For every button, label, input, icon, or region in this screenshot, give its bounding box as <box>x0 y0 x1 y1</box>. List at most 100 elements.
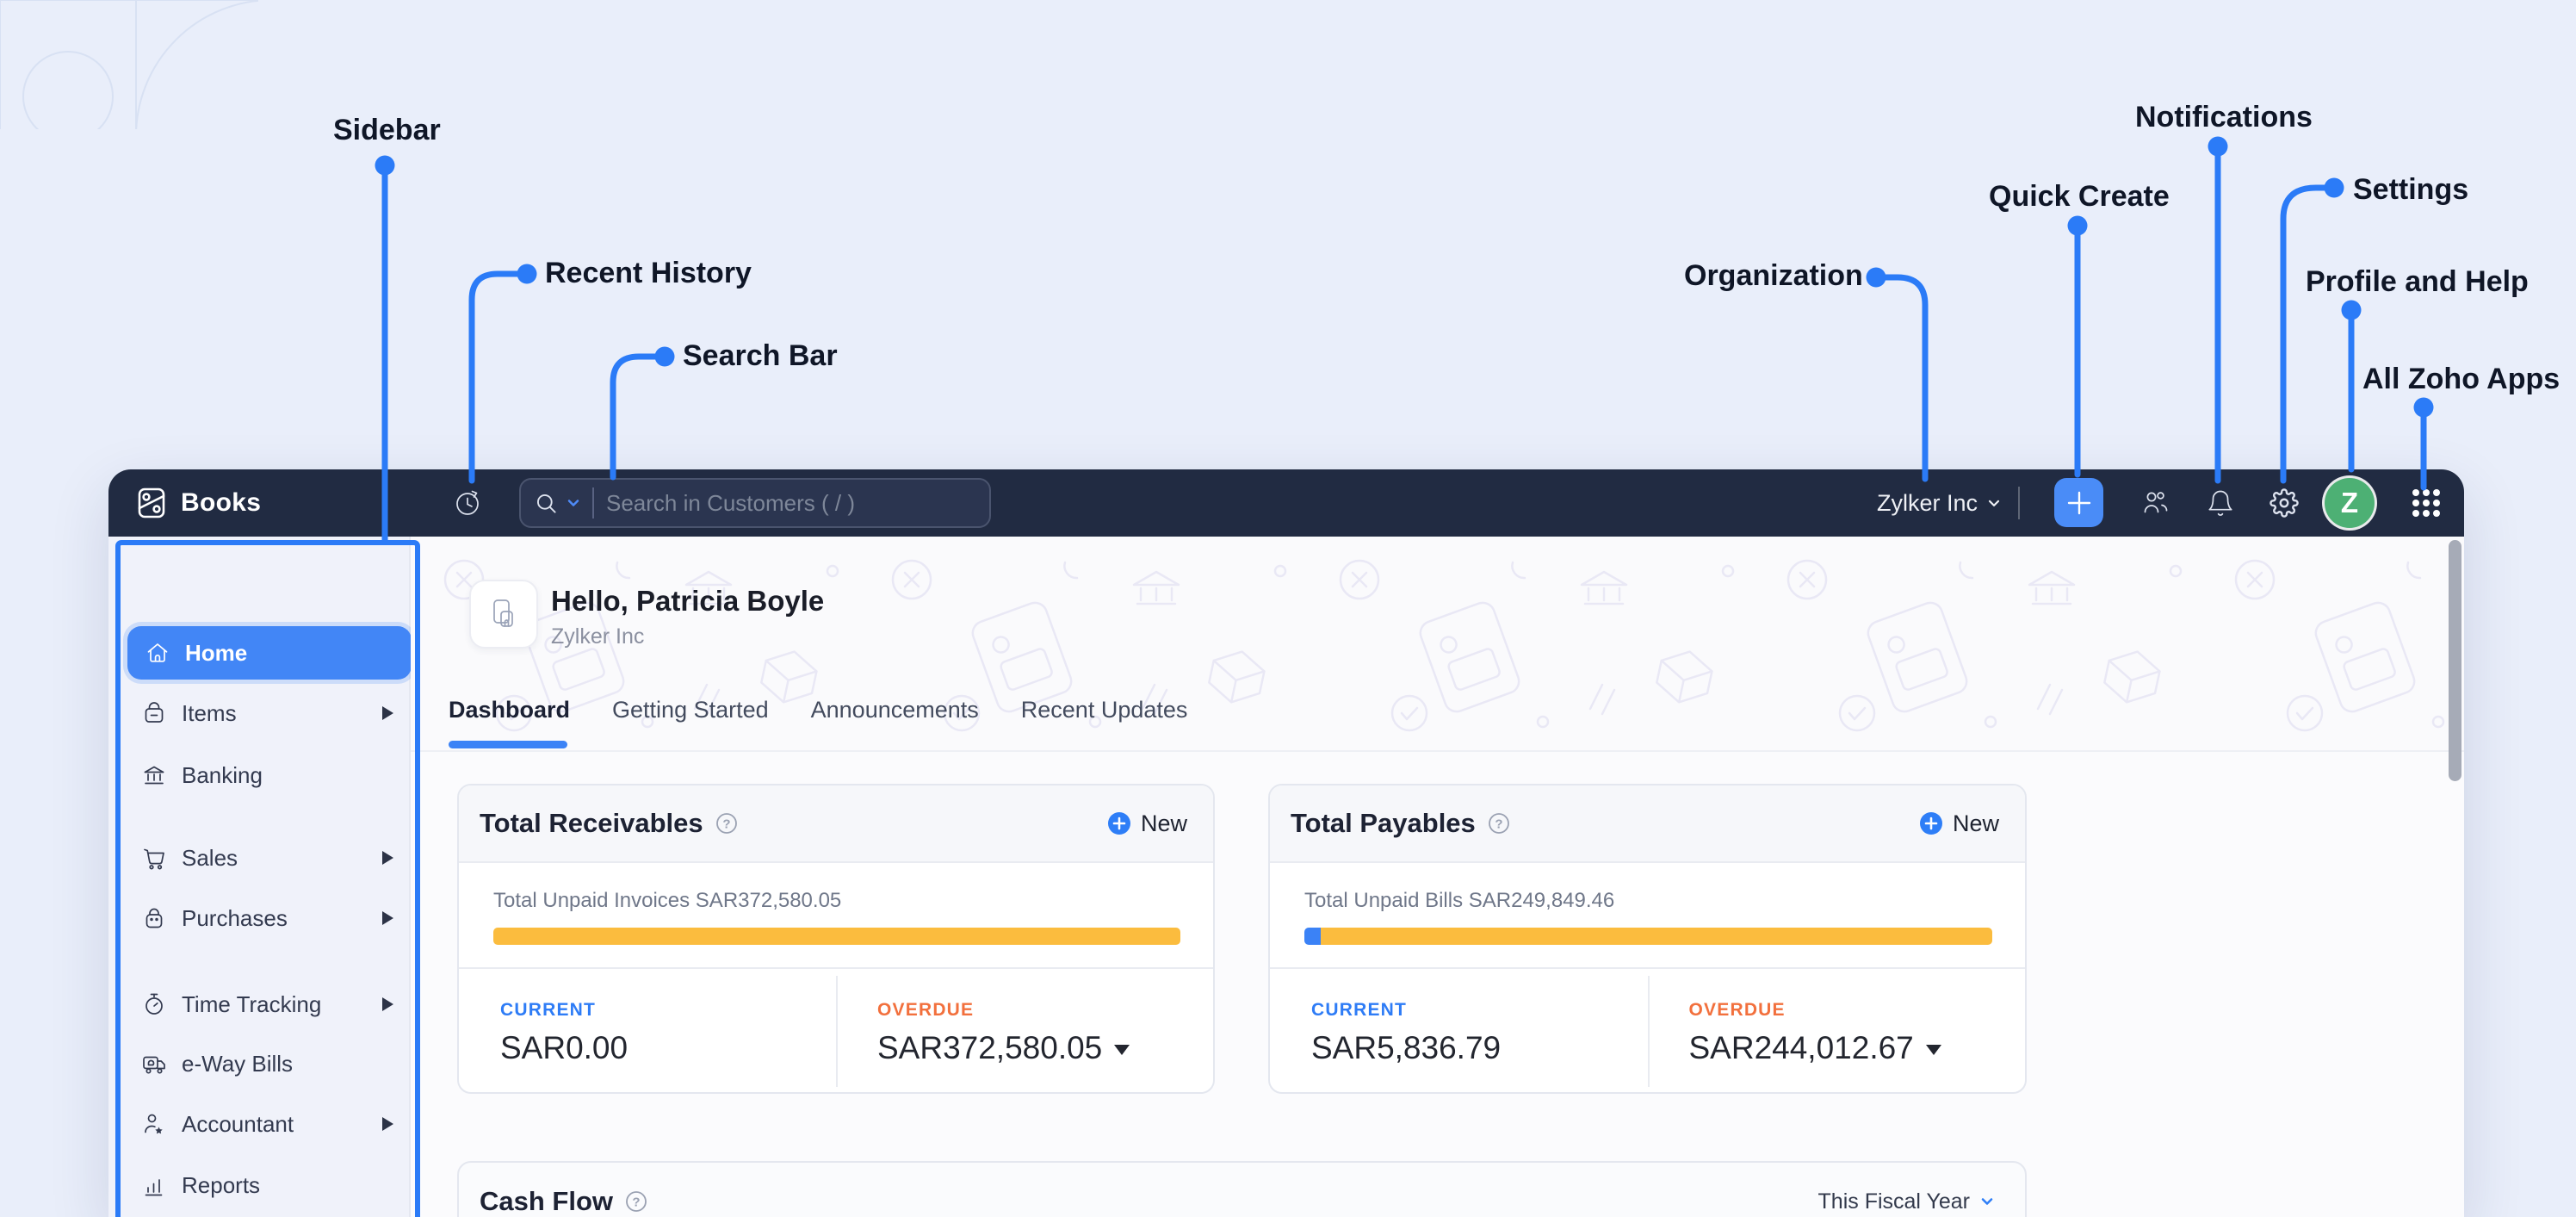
greeting-tile <box>469 580 538 649</box>
sidebar-item-sales[interactable]: Sales <box>108 835 411 880</box>
plus-icon <box>2067 491 2090 514</box>
unpaid-summary: Total Unpaid Invoices SAR372,580.05 <box>493 889 842 912</box>
sidebar-item-label: Time Tracking <box>182 990 322 1017</box>
annotation-label-search-bar: Search Bar <box>683 339 838 372</box>
sidebar: Home Items Banking Sales Purchases Time … <box>108 537 412 1217</box>
current-amount: SAR5,836.79 <box>1311 1030 1502 1065</box>
overdue-label: OVERDUE <box>877 1000 975 1020</box>
quick-create-button[interactable] <box>2054 478 2103 527</box>
card-header: Total Receivables ? New <box>459 785 1213 863</box>
organization-pointer-line <box>1873 274 1929 482</box>
overdue-segment <box>493 928 1180 945</box>
main-content: Hello, Patricia Boyle Zylker Inc Dashboa… <box>411 537 2464 1217</box>
greeting-text: Hello, Patricia Boyle <box>551 585 825 617</box>
help-icon[interactable]: ? <box>1487 811 1511 835</box>
recent-history-icon[interactable] <box>453 488 482 518</box>
help-icon[interactable]: ? <box>624 1189 648 1214</box>
vertical-scrollbar[interactable] <box>2449 540 2461 781</box>
truck-icon <box>143 1056 165 1074</box>
annotation-label-sidebar: Sidebar <box>333 114 441 146</box>
notifications-bell-icon[interactable] <box>2206 488 2235 518</box>
search-scope-chevron-icon[interactable] <box>565 494 582 512</box>
chevron-down-icon <box>1981 1198 1993 1205</box>
annotation-label-settings: Settings <box>2353 173 2469 206</box>
recent-history-pointer-line <box>468 270 530 484</box>
header-band: Hello, Patricia Boyle Zylker Inc Dashboa… <box>411 537 2464 752</box>
tab-getting-started[interactable]: Getting Started <box>612 697 769 723</box>
annotation-label-notifications: Notifications <box>2135 101 2313 133</box>
overdue-label: OVERDUE <box>1688 1000 1786 1020</box>
home-icon <box>147 643 168 662</box>
sidebar-item-reports[interactable]: Reports <box>108 1163 411 1208</box>
period-value: This Fiscal Year <box>1817 1189 1970 1214</box>
books-logo-icon[interactable] <box>134 486 169 520</box>
current-label: CURRENT <box>1311 1000 1408 1020</box>
annotation-label-all-zoho-apps: All Zoho Apps <box>2362 363 2561 395</box>
sidebar-item-items[interactable]: Items <box>108 691 411 736</box>
all-zoho-apps-grid-icon[interactable] <box>2409 486 2443 520</box>
submenu-arrow-icon <box>382 997 393 1011</box>
card-summary-section: Total Unpaid Bills SAR249,849.46 <box>1270 863 2025 969</box>
search-input[interactable]: Search in Customers ( / ) <box>519 478 991 528</box>
greeting-company: Zylker Inc <box>551 624 645 649</box>
plus-circle-icon <box>1919 812 1942 835</box>
tab-announcements[interactable]: Announcements <box>811 697 979 723</box>
organization-name: Zylker Inc <box>1877 489 1978 516</box>
sidebar-item-accountant[interactable]: Accountant <box>108 1102 411 1146</box>
overdue-amount[interactable]: SAR372,580.05 <box>877 1030 1213 1066</box>
annotation-label-recent-history: Recent History <box>545 257 752 289</box>
help-icon[interactable]: ? <box>715 811 739 835</box>
cart-icon <box>144 848 164 870</box>
navbar-divider <box>2018 487 2020 519</box>
search-icon <box>536 494 556 513</box>
cash-flow-card: Cash Flow ? This Fiscal Year <box>457 1161 2027 1217</box>
settings-gear-icon[interactable] <box>2269 488 2299 518</box>
sidebar-item-banking[interactable]: Banking <box>108 753 411 798</box>
annotation-label-quick-create: Quick Create <box>1989 180 2170 213</box>
sidebar-item-label: Sales <box>182 844 238 871</box>
total-receivables-card: Total Receivables ? New Total Unpaid Inv… <box>457 784 1215 1094</box>
new-bill-button[interactable]: New <box>1919 810 1999 837</box>
current-segment <box>1304 928 1322 945</box>
users-icon[interactable] <box>2140 488 2170 518</box>
sidebar-item-eway-bills[interactable]: e-Way Bills <box>108 1041 411 1086</box>
items-icon <box>145 702 164 723</box>
submenu-arrow-icon <box>382 706 393 720</box>
tab-dashboard[interactable]: Dashboard <box>449 697 570 723</box>
card-title: Cash Flow <box>480 1186 614 1216</box>
card-amounts: CURRENT SAR5,836.79 OVERDUE SAR244,012.6… <box>1270 969 2026 1092</box>
sidebar-item-purchases[interactable]: Purchases <box>108 896 411 941</box>
person-star-icon <box>145 1114 163 1134</box>
avatar-letter: Z <box>2340 487 2359 518</box>
period-selector[interactable]: This Fiscal Year <box>1818 1189 1996 1214</box>
search-divider <box>592 487 594 518</box>
settings-pointer-line <box>2280 184 2338 484</box>
sidebar-item-time-tracking[interactable]: Time Tracking <box>108 982 411 1027</box>
sidebar-item-home[interactable]: Home <box>127 626 412 680</box>
organization-selector[interactable]: Zylker Inc <box>1877 469 2003 537</box>
card-summary-section: Total Unpaid Invoices SAR372,580.05 <box>459 863 1213 969</box>
card-amounts: CURRENT SAR0.00 OVERDUE SAR372,580.05 <box>459 969 1213 1092</box>
new-invoice-button[interactable]: New <box>1107 810 1187 837</box>
chevron-down-icon <box>1988 500 2000 506</box>
receivables-progress-bar <box>493 928 1180 945</box>
overdue-segment <box>1321 928 1992 945</box>
tab-recent-updates[interactable]: Recent Updates <box>1021 697 1188 723</box>
svg-text:?: ? <box>1495 817 1502 832</box>
backdrop-pattern <box>0 0 258 129</box>
sidebar-item-label: Home <box>185 639 248 666</box>
payables-progress-bar <box>1304 928 1992 945</box>
stopwatch-icon <box>146 993 163 1015</box>
active-tab-underline <box>449 741 567 748</box>
submenu-arrow-icon <box>382 911 393 925</box>
overdue-amount[interactable]: SAR244,012.67 <box>1689 1030 2026 1066</box>
caret-down-icon <box>1925 1045 1941 1055</box>
svg-text:?: ? <box>722 817 730 832</box>
profile-avatar[interactable]: Z <box>2325 478 2375 528</box>
annotation-label-profile-and-help: Profile and Help <box>2306 265 2529 298</box>
search-placeholder: Search in Customers ( / ) <box>606 489 855 516</box>
bank-icon <box>144 766 164 785</box>
svg-text:?: ? <box>632 1195 640 1210</box>
submenu-arrow-icon <box>382 1117 393 1131</box>
unpaid-summary: Total Unpaid Bills SAR249,849.46 <box>1304 889 1615 912</box>
